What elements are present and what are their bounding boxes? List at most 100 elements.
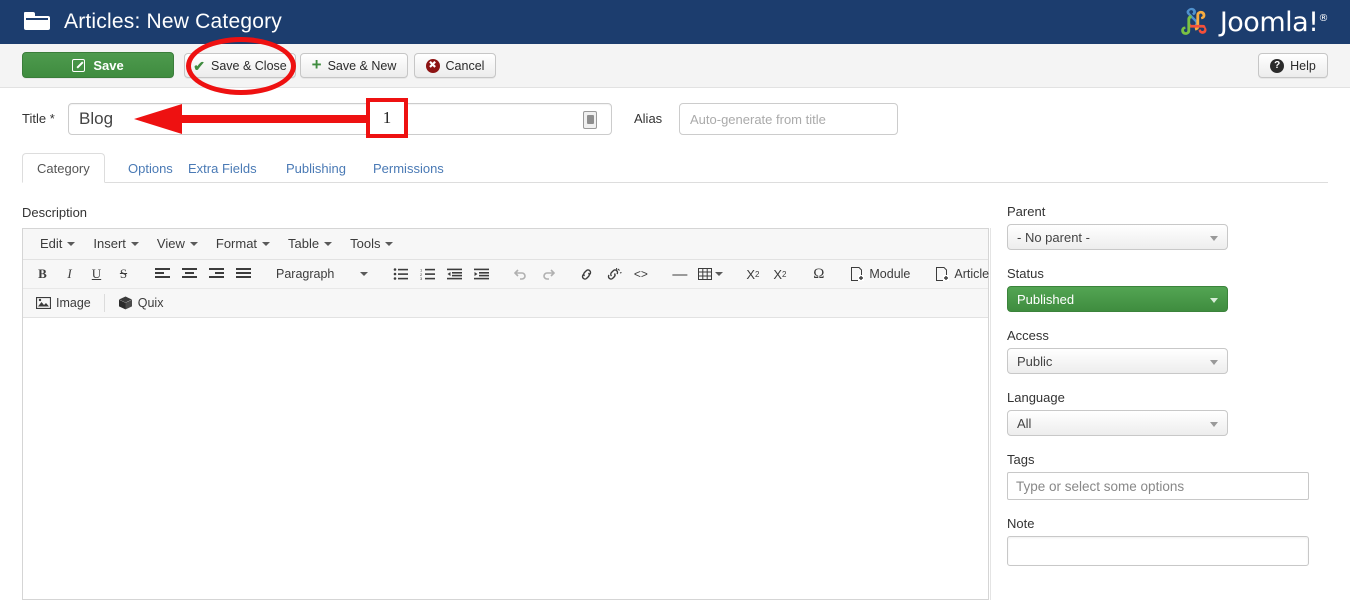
access-label: Access	[1007, 328, 1329, 343]
editor-plugin-row: Image Quix	[23, 289, 988, 318]
alias-input[interactable]	[679, 103, 898, 135]
editor-content-area[interactable]	[23, 319, 988, 599]
chevron-down-icon	[1210, 236, 1218, 241]
link-icon[interactable]	[574, 262, 599, 286]
language-label: Language	[1007, 390, 1329, 405]
close-icon: ✖	[426, 59, 440, 73]
note-field-group: Note	[1007, 516, 1329, 566]
horizontal-rule-icon[interactable]: —	[667, 262, 692, 286]
align-left-icon[interactable]	[150, 262, 175, 286]
tags-field-group: Tags Type or select some options	[1007, 452, 1329, 500]
tags-label: Tags	[1007, 452, 1329, 467]
parent-select[interactable]: - No parent -	[1007, 224, 1228, 250]
source-code-icon[interactable]: <>	[628, 262, 653, 286]
menu-insert[interactable]: Insert	[84, 232, 148, 256]
special-character-icon[interactable]: Ω	[806, 262, 831, 286]
note-label: Note	[1007, 516, 1329, 531]
tab-extra-fields[interactable]: Extra Fields	[173, 153, 272, 183]
title-input[interactable]	[68, 103, 612, 135]
indent-icon[interactable]	[469, 262, 494, 286]
insert-article-button[interactable]: Article	[930, 262, 995, 286]
underline-icon[interactable]: U	[84, 262, 109, 286]
insert-quix-button[interactable]: Quix	[112, 291, 170, 315]
insert-module-button[interactable]: Module	[845, 262, 916, 286]
check-icon: ✔	[193, 59, 205, 73]
tab-bar: Category Options Extra Fields Publishing…	[22, 153, 1328, 183]
strikethrough-icon[interactable]: S	[111, 262, 136, 286]
chevron-down-icon	[262, 242, 270, 246]
chevron-down-icon	[1210, 422, 1218, 427]
redo-icon[interactable]	[535, 262, 560, 286]
bullet-list-icon[interactable]	[388, 262, 413, 286]
align-center-icon[interactable]	[177, 262, 202, 286]
joomla-mark-icon	[1174, 4, 1212, 40]
divider	[104, 294, 105, 312]
menu-view[interactable]: View	[148, 232, 207, 256]
tab-category[interactable]: Category	[22, 153, 105, 183]
access-select[interactable]: Public	[1007, 348, 1228, 374]
quix-box-icon	[118, 296, 133, 310]
question-icon: ?	[1270, 59, 1284, 73]
chevron-down-icon	[1210, 298, 1218, 303]
status-select[interactable]: Published	[1007, 286, 1228, 312]
editor-format-row: B I U S Paragraph	[23, 260, 988, 289]
bold-icon[interactable]: B	[30, 262, 55, 286]
numbered-list-icon[interactable]: 1 2 3	[415, 262, 440, 286]
editor-menubar: Edit Insert View Format Table Tools	[23, 229, 988, 260]
italic-icon[interactable]: I	[57, 262, 82, 286]
chevron-down-icon	[190, 242, 198, 246]
chevron-down-icon	[1210, 360, 1218, 365]
rich-text-editor: Edit Insert View Format Table Tools B I …	[22, 228, 989, 600]
page-plus-icon	[851, 267, 864, 281]
chevron-down-icon	[385, 242, 393, 246]
app-header: Articles: New Category Joomla!®	[0, 0, 1350, 44]
chevron-down-icon	[360, 272, 368, 276]
chevron-down-icon	[67, 242, 75, 246]
chevron-down-icon	[131, 242, 139, 246]
chevron-down-icon	[715, 272, 723, 276]
category-settings-sidebar: Parent - No parent - Status Published Ac…	[1007, 204, 1329, 582]
undo-icon[interactable]	[508, 262, 533, 286]
menu-table[interactable]: Table	[279, 232, 341, 256]
parent-label: Parent	[1007, 204, 1329, 219]
tab-publishing[interactable]: Publishing	[271, 153, 361, 183]
access-field-group: Access Public	[1007, 328, 1329, 374]
outdent-icon[interactable]	[442, 262, 467, 286]
save-button[interactable]: Save	[22, 52, 174, 78]
align-right-icon[interactable]	[204, 262, 229, 286]
help-button[interactable]: ? Help	[1258, 53, 1328, 78]
save-icon	[72, 59, 85, 72]
menu-edit[interactable]: Edit	[31, 232, 84, 256]
language-select[interactable]: All	[1007, 410, 1228, 436]
note-input[interactable]	[1007, 536, 1309, 566]
subscript-icon[interactable]: X2	[740, 262, 765, 286]
table-icon[interactable]	[694, 262, 726, 286]
status-label: Status	[1007, 266, 1329, 281]
menu-tools[interactable]: Tools	[341, 232, 402, 256]
svg-text:3: 3	[420, 276, 423, 280]
unlink-icon[interactable]	[601, 262, 626, 286]
tags-input[interactable]: Type or select some options	[1007, 472, 1309, 500]
save-new-button[interactable]: + Save & New	[300, 53, 408, 78]
page-title: Articles: New Category	[64, 10, 282, 34]
folder-icon	[24, 12, 50, 32]
page-plus-icon	[936, 267, 949, 281]
title-label: Title *	[22, 111, 55, 126]
image-icon	[36, 297, 51, 309]
superscript-icon[interactable]: X2	[767, 262, 792, 286]
joomla-logo-text: Joomla!®	[1220, 7, 1328, 38]
joomla-logo: Joomla!®	[1174, 4, 1328, 40]
save-close-button[interactable]: ✔ Save & Close	[184, 53, 296, 78]
cancel-button[interactable]: ✖ Cancel	[414, 53, 496, 78]
menu-format[interactable]: Format	[207, 232, 279, 256]
paragraph-format-select[interactable]: Paragraph	[270, 262, 374, 286]
title-row: Title * Alias	[0, 99, 1350, 141]
chevron-down-icon	[324, 242, 332, 246]
align-justify-icon[interactable]	[231, 262, 256, 286]
insert-image-button[interactable]: Image	[30, 291, 97, 315]
alias-label: Alias	[634, 111, 662, 126]
vertical-divider	[990, 228, 991, 600]
status-field-group: Status Published	[1007, 266, 1329, 312]
password-manager-icon[interactable]	[583, 111, 597, 129]
tab-permissions[interactable]: Permissions	[358, 153, 459, 183]
